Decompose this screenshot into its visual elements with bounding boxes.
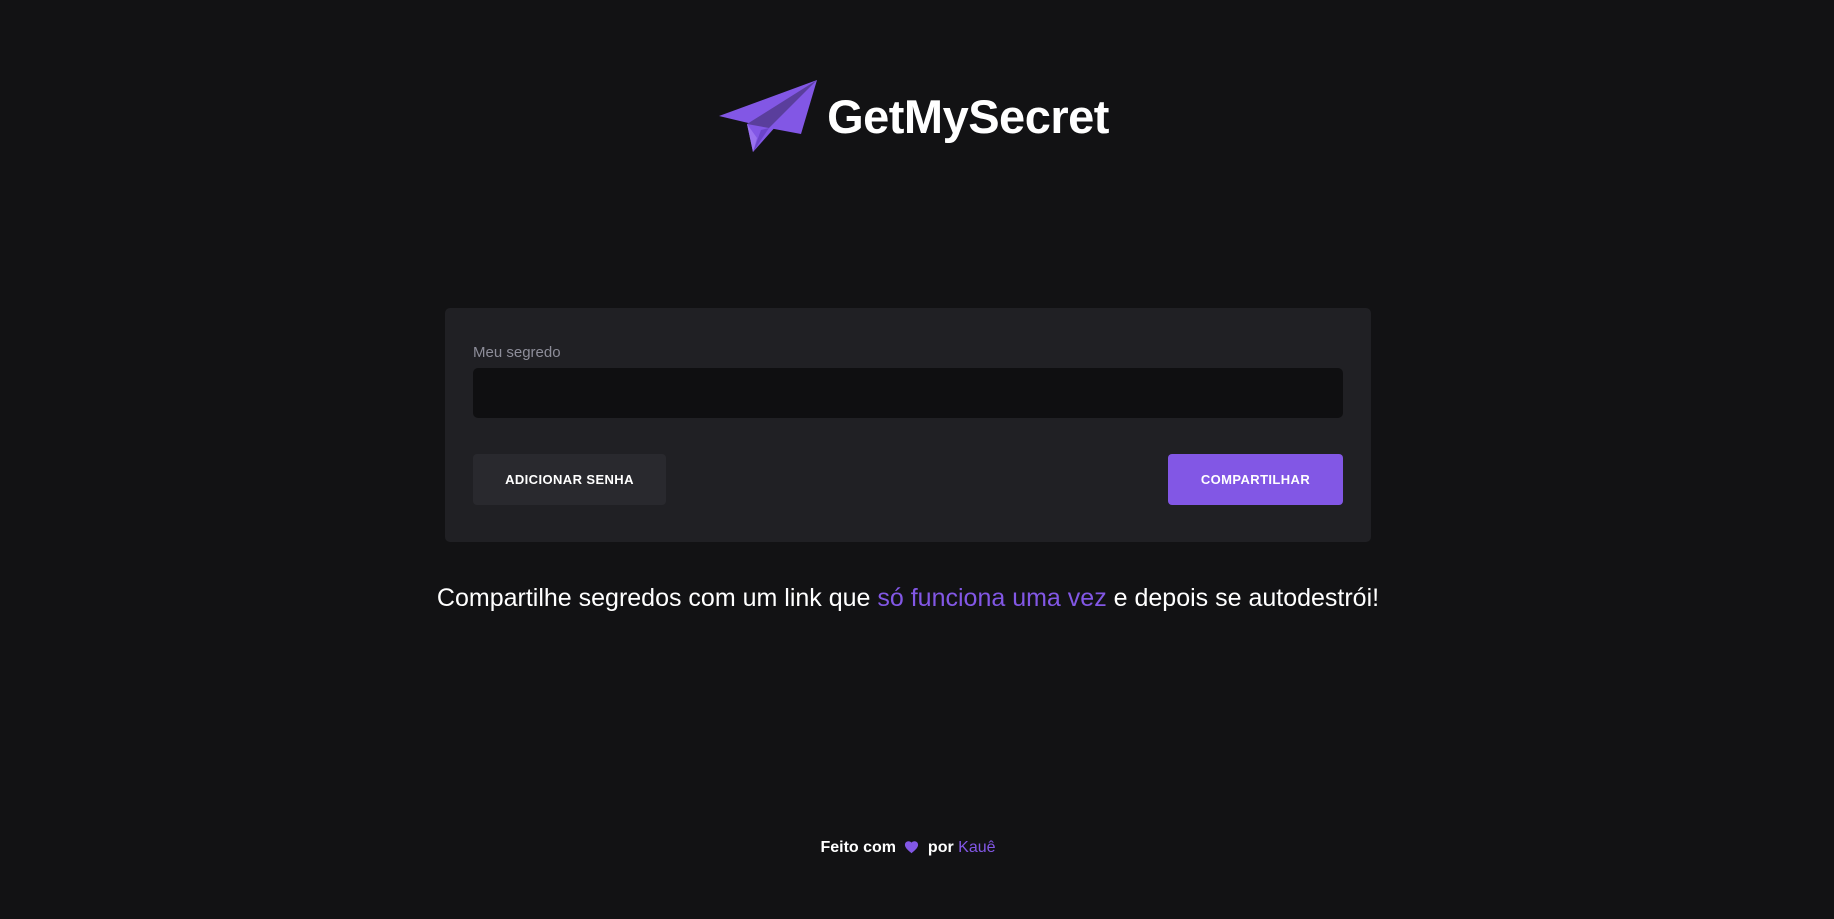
secret-form-card: Meu segredo ADICIONAR SENHA COMPARTILHAR [445, 308, 1371, 542]
secret-input[interactable] [473, 368, 1343, 418]
tagline: Compartilhe segredos com um link que só … [0, 584, 1816, 613]
footer-made-with: Feito com [820, 839, 897, 856]
footer: Feito com por Kauê [0, 839, 1816, 857]
tagline-highlight: só funciona uma vez [877, 584, 1107, 612]
add-password-button[interactable]: ADICIONAR SENHA [473, 454, 666, 505]
brand-name: GetMySecret [827, 89, 1109, 143]
tagline-text-end: e depois se autodestrói! [1106, 584, 1380, 612]
paper-plane-icon [719, 80, 818, 152]
heart-icon [905, 841, 919, 854]
tagline-text-start: Compartilhe segredos com um link que [436, 584, 878, 612]
share-button[interactable]: COMPARTILHAR [1168, 454, 1343, 505]
author-link[interactable]: Kauê [958, 839, 995, 856]
page: GetMySecret Meu segredo ADICIONAR SENHA … [0, 0, 1834, 919]
footer-by: por [927, 839, 954, 856]
logo: GetMySecret [0, 78, 1834, 154]
secret-field-label: Meu segredo [473, 344, 561, 361]
